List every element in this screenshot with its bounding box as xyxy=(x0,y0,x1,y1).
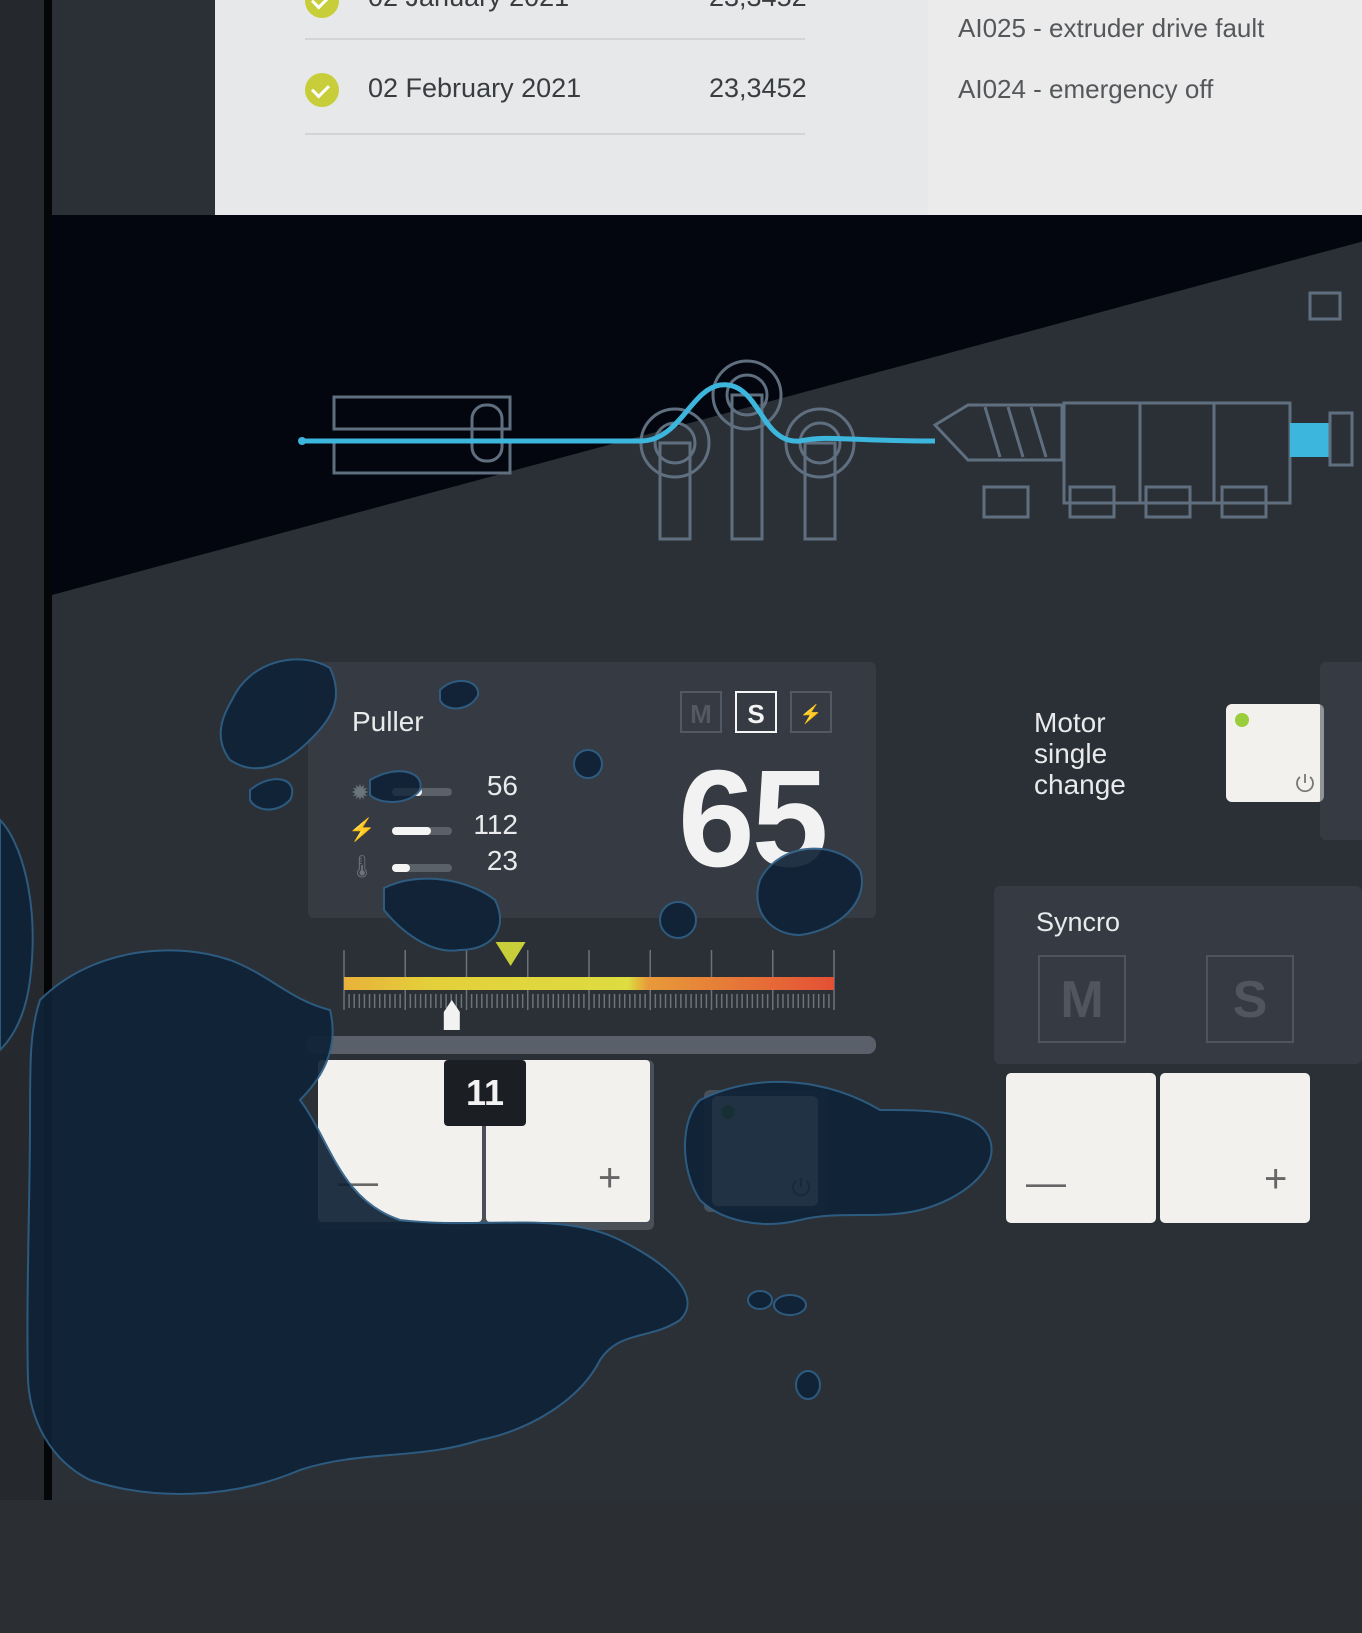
roller-top-stand xyxy=(730,393,764,541)
syncro-master-button[interactable]: M xyxy=(1038,955,1126,1043)
syncro-slave-button[interactable]: S xyxy=(1206,955,1294,1043)
motor-label-line: change xyxy=(1034,769,1126,800)
mode-manual-button[interactable]: M xyxy=(680,691,722,733)
status-led xyxy=(721,1105,735,1119)
line-start xyxy=(298,437,306,445)
log-row[interactable]: 02 January 2021 23,3452 xyxy=(305,0,807,40)
fan-bar-fill xyxy=(392,788,422,796)
alarm-item[interactable]: AI025 - extruder drive fault xyxy=(958,13,1264,44)
puller-speed-value: 65 xyxy=(678,742,828,896)
motor-label-line: Motor xyxy=(1034,707,1106,738)
puller-power-button[interactable] xyxy=(712,1096,818,1206)
minus-icon: — xyxy=(338,1160,378,1204)
plus-icon: + xyxy=(598,1156,622,1200)
material-feed xyxy=(1290,423,1330,457)
alarm-item[interactable]: AI024 - emergency off xyxy=(958,74,1213,105)
minus-icon: — xyxy=(1026,1161,1066,1205)
top-info-panel: 02 January 2021 23,3452 02 February 2021… xyxy=(215,0,1362,215)
target-marker-icon[interactable] xyxy=(495,942,526,966)
roller-left-stand xyxy=(658,441,692,541)
check-icon xyxy=(305,0,339,18)
log-value: 23,3452 xyxy=(709,0,807,13)
motor-power-button[interactable] xyxy=(1226,704,1324,802)
motor-single-change-label: Motor single change xyxy=(1034,707,1126,800)
screw-thread xyxy=(983,406,1048,458)
material-line xyxy=(302,382,936,444)
power-value: 112 xyxy=(473,809,518,840)
mode-sync-button[interactable]: S xyxy=(735,691,777,733)
check-icon xyxy=(305,73,339,107)
mode-extra-button[interactable]: ⚡ xyxy=(790,691,832,733)
puller-track-lower xyxy=(332,439,512,475)
hopper-icon xyxy=(1308,291,1342,321)
gauge-color-band xyxy=(344,977,834,990)
plus-icon: + xyxy=(1264,1157,1288,1201)
power-bar xyxy=(392,827,452,835)
syncro-label: Syncro xyxy=(1036,907,1121,937)
feed-flange xyxy=(1328,411,1354,467)
speed-gauge[interactable] xyxy=(340,940,840,1040)
motor-label-line: single xyxy=(1034,738,1108,769)
log-row[interactable]: 02 February 2021 23,3452 xyxy=(305,73,807,135)
power-icon xyxy=(1296,774,1314,793)
roller-right-stand xyxy=(803,441,837,541)
puller-track-upper xyxy=(332,395,512,431)
fan-value: 56 xyxy=(486,770,518,801)
slider-tray xyxy=(306,1036,876,1054)
lightning-icon: ⚡ xyxy=(799,704,823,724)
power-bar-fill xyxy=(392,827,431,835)
power-icon xyxy=(792,1178,810,1197)
puller-title: Puller xyxy=(352,706,424,737)
alarm-list: AI025 - extruder drive fault AI024 - eme… xyxy=(928,0,1362,215)
log-value: 23,3452 xyxy=(709,73,807,103)
floor-surface xyxy=(0,1500,1362,1633)
fan-icon: ✹ xyxy=(350,780,370,805)
log-date: 02 January 2021 xyxy=(368,0,569,13)
log-date: 02 February 2021 xyxy=(368,73,582,103)
puller-clamp xyxy=(470,403,504,463)
heater-1 xyxy=(982,485,1030,519)
syncro-increment-button[interactable]: + xyxy=(1160,1073,1310,1223)
thermometer-icon: 🌡 xyxy=(348,854,376,879)
process-line-diagram xyxy=(298,291,1354,541)
next-card-edge xyxy=(1320,662,1362,840)
temp-bar xyxy=(392,864,452,872)
status-led xyxy=(1235,713,1249,727)
lightning-icon: ⚡ xyxy=(348,817,376,842)
fan-bar xyxy=(392,788,452,796)
temp-bar-fill xyxy=(392,864,410,872)
syncro-decrement-button[interactable]: — xyxy=(1006,1073,1156,1223)
temp-value: 23 xyxy=(486,845,518,876)
stepper-value: 11 xyxy=(444,1060,526,1126)
